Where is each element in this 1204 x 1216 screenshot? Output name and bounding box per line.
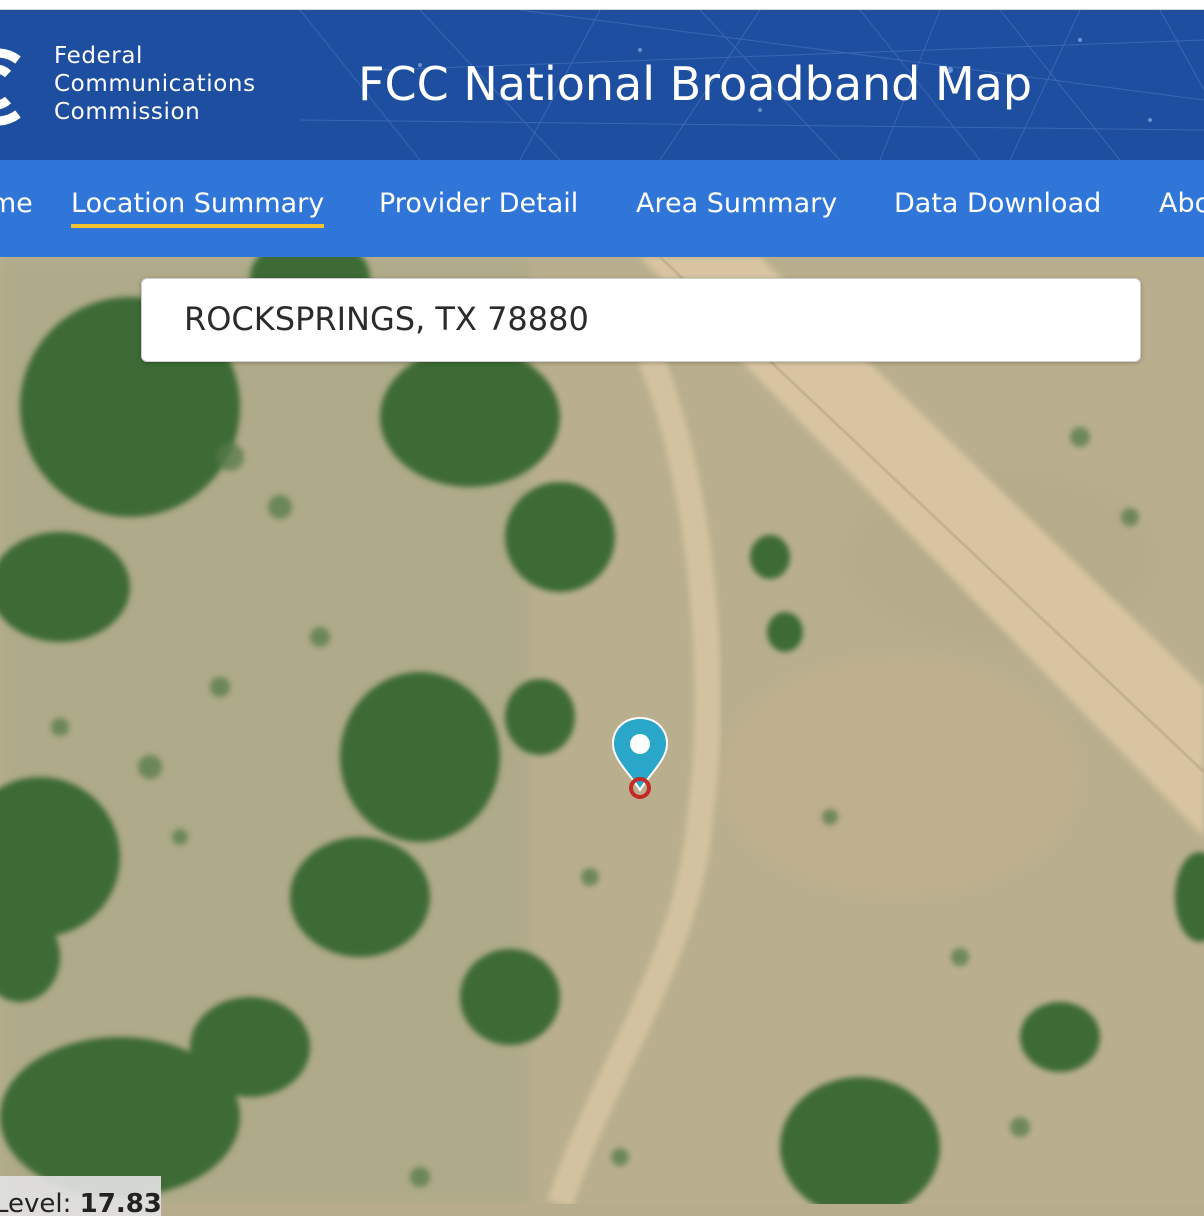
fcc-logo-icon (0, 48, 21, 126)
nav-item-provider-detail[interactable]: Provider Detail (379, 184, 578, 224)
satellite-imagery (0, 257, 1204, 1204)
agency-line-1: Federal (54, 43, 144, 69)
nav-item-data-download[interactable]: Data Download (894, 184, 1101, 224)
zoom-level-label: Level: (0, 1189, 72, 1216)
browser-top-edge (0, 0, 1204, 10)
agency-line-3: Commission (54, 99, 201, 125)
nav-item-location-summary[interactable]: Location Summary (71, 184, 325, 228)
zoom-level-indicator: Level: 17.83 (0, 1176, 161, 1216)
agency-name: Federal Communications Commission (54, 42, 256, 126)
nav-item-area-summary[interactable]: Area Summary (636, 184, 837, 224)
site-title: FCC National Broadband Map (358, 57, 1033, 111)
map-pin-icon[interactable] (608, 716, 672, 800)
nav-item-about[interactable]: About (1159, 184, 1204, 224)
zoom-level-value: 17.83 (79, 1189, 161, 1216)
address-search-bar[interactable] (141, 278, 1141, 362)
agency-line-2: Communications (54, 71, 256, 97)
main-nav: Home Location Summary Provider Detail Ar… (0, 160, 1204, 257)
address-search-input[interactable] (184, 279, 1124, 359)
nav-item-home[interactable]: Home (0, 184, 33, 224)
map-canvas[interactable] (0, 257, 1204, 1204)
site-header: Federal Communications Commission FCC Na… (0, 10, 1204, 160)
